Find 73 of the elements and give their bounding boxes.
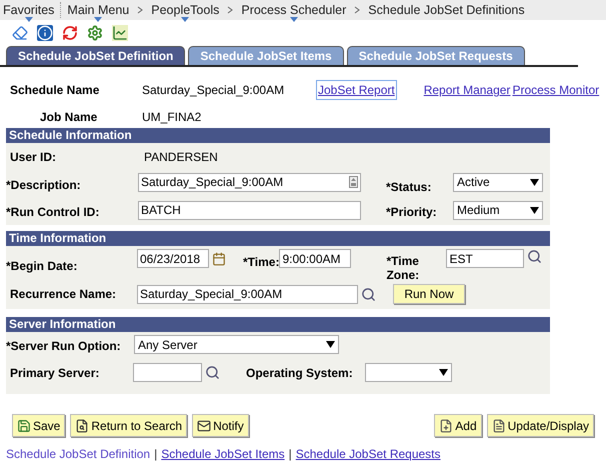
date-field[interactable]: 06/23/2018 bbox=[137, 249, 209, 268]
section-header: Time Information bbox=[6, 231, 550, 246]
eraser-icon[interactable] bbox=[12, 25, 28, 41]
search-icon[interactable] bbox=[205, 365, 220, 380]
primary-server-field[interactable] bbox=[133, 363, 202, 382]
dropdown-arrow-icon bbox=[530, 206, 539, 214]
field-label: User ID: bbox=[9, 149, 58, 166]
time-zone-field[interactable]: EST bbox=[446, 249, 524, 268]
dropdown[interactable]: Active bbox=[453, 172, 543, 192]
link[interactable]: Schedule JobSet Items bbox=[161, 445, 285, 463]
breadcrumb-item[interactable]: PeopleTools bbox=[151, 0, 220, 20]
field-label: Primary Server: bbox=[9, 364, 100, 382]
dropdown[interactable] bbox=[365, 363, 452, 382]
breadcrumb-item[interactable]: Main Menu bbox=[67, 0, 130, 20]
update-icon bbox=[492, 418, 506, 432]
info-icon[interactable] bbox=[37, 25, 53, 41]
toolbar-button[interactable]: Add bbox=[434, 414, 482, 437]
link[interactable]: Schedule JobSet Requests bbox=[296, 445, 441, 463]
breadcrumb-item[interactable]: Schedule JobSet Definitions bbox=[368, 0, 525, 20]
run-control-id-field[interactable]: BATCH bbox=[138, 200, 361, 220]
field-label: *Description: bbox=[6, 177, 82, 194]
expand-icon[interactable] bbox=[349, 176, 358, 188]
link[interactable]: Report Manager bbox=[424, 81, 510, 99]
field-value: Saturday_Special_9:00AM bbox=[142, 82, 286, 99]
toolbar-button[interactable]: Notify bbox=[192, 414, 249, 437]
notify-icon bbox=[197, 418, 212, 432]
chevron-icon bbox=[227, 6, 234, 14]
chart-icon[interactable] bbox=[112, 25, 128, 41]
field-label: Schedule Name bbox=[9, 82, 100, 99]
run-now-button[interactable]: Run Now bbox=[393, 284, 465, 304]
search-icon[interactable] bbox=[527, 249, 542, 264]
breadcrumb-item[interactable]: Favorites bbox=[3, 0, 54, 20]
link[interactable]: Process Monitor bbox=[512, 81, 600, 99]
separator: | bbox=[154, 446, 158, 463]
recurrence-name-field[interactable]: Saturday_Special_9:00AM bbox=[137, 284, 358, 304]
time-field[interactable]: 9:00:00AM bbox=[279, 249, 352, 268]
field-label: Recurrence Name: bbox=[9, 286, 118, 303]
search-icon bbox=[75, 418, 90, 432]
search-icon[interactable] bbox=[361, 286, 376, 302]
add-icon bbox=[439, 418, 454, 432]
refresh-icon[interactable] bbox=[62, 25, 78, 41]
field-value: PANDERSEN bbox=[144, 149, 218, 166]
section-header: Server Information bbox=[6, 317, 550, 332]
field-label: *Status: bbox=[386, 179, 432, 196]
toolbar-button[interactable]: Save bbox=[12, 414, 66, 437]
link[interactable]: Schedule JobSet Definition bbox=[6, 445, 150, 463]
field-label: Operating System: bbox=[246, 364, 354, 382]
breadcrumb-item[interactable]: Process Scheduler bbox=[241, 0, 346, 20]
dropdown[interactable]: Medium bbox=[453, 200, 543, 220]
field-label: Job Name bbox=[39, 109, 98, 126]
save-icon bbox=[17, 418, 31, 432]
field-label: *Begin Date: bbox=[6, 258, 78, 275]
description-field[interactable]: Saturday_Special_9:00AM bbox=[138, 172, 361, 192]
link[interactable]: JobSet Report bbox=[317, 81, 396, 99]
field-label: *Time: bbox=[243, 254, 280, 271]
dropdown-arrow-icon bbox=[439, 369, 448, 376]
dropdown-arrow-icon bbox=[326, 341, 335, 348]
dropdown-arrow-icon bbox=[530, 178, 539, 186]
tab[interactable]: Schedule JobSet Definition bbox=[6, 46, 186, 65]
field-label: *Time Zone: bbox=[386, 253, 420, 282]
field-label: *Server Run Option: bbox=[6, 338, 122, 354]
toolbar-button[interactable]: Return to Search bbox=[70, 414, 188, 437]
separator: | bbox=[288, 446, 292, 463]
toolbar-button[interactable]: Update/Display bbox=[486, 414, 594, 437]
settings-icon[interactable] bbox=[87, 25, 103, 41]
chevron-icon bbox=[137, 6, 144, 14]
field-label: *Run Control ID: bbox=[6, 204, 100, 221]
field-label: *Priority: bbox=[386, 204, 438, 221]
dropdown[interactable]: Any Server bbox=[134, 335, 339, 354]
calendar-icon[interactable] bbox=[212, 252, 226, 266]
chevron-icon bbox=[354, 6, 360, 14]
section-header: Schedule Information bbox=[6, 128, 550, 143]
field-value: UM_FINA2 bbox=[142, 109, 202, 126]
